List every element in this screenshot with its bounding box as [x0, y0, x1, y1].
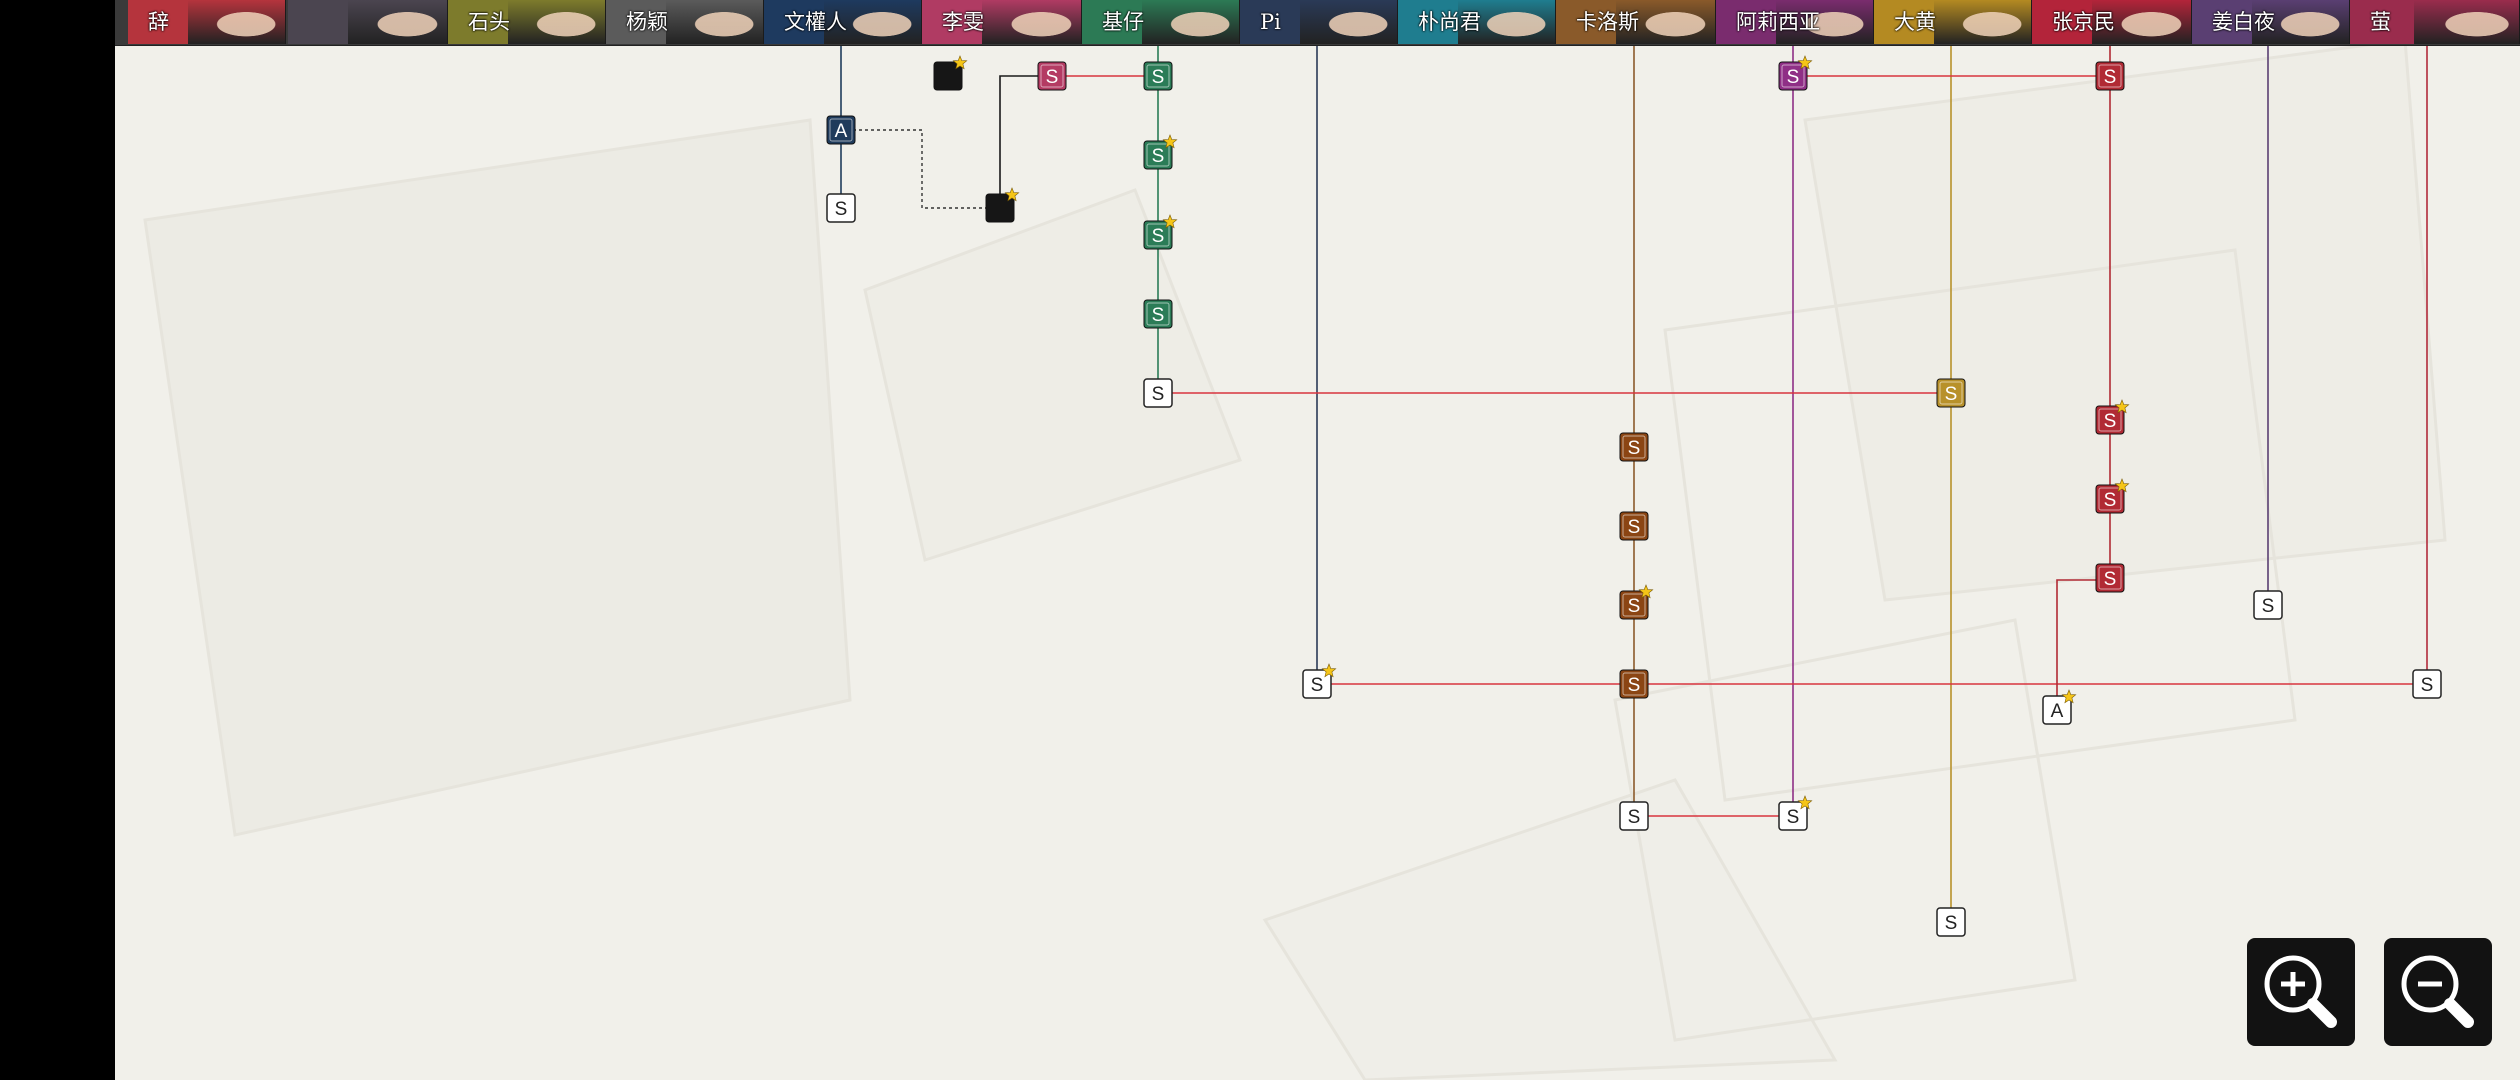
node-label: S — [1152, 305, 1165, 326]
app-window: 辞石头 杨颖 文權人 李雯 基仔 Pi 朴尚君 卡洛斯 阿莉西亚 大黄 张京民 姜白夜萤 ASSSSS… — [0, 0, 2520, 1080]
node-label: S — [835, 199, 848, 220]
node-label: S — [2104, 411, 2117, 432]
relationship-node[interactable]: S — [1619, 584, 1654, 620]
node-label: S — [1152, 146, 1165, 167]
zoom-out-icon — [2401, 955, 2474, 1028]
relationship-link — [841, 129, 1000, 209]
node-label: S — [1152, 67, 1165, 88]
node-label: S — [1628, 517, 1641, 538]
relationship-graph: A S S S S S S S S S S S S S S S S S S S S S A S S — [826, 46, 2442, 937]
node-label: S — [1046, 67, 1059, 88]
relationship-node[interactable]: S — [1302, 663, 1337, 699]
relationship-node[interactable] — [985, 187, 1020, 223]
relationship-node[interactable]: S — [1143, 299, 1173, 329]
relationship-node[interactable]: S — [1619, 432, 1649, 462]
relationship-node[interactable]: S — [1936, 378, 1966, 408]
relationship-node[interactable]: S — [2095, 563, 2125, 593]
node-label: S — [1945, 384, 1958, 405]
relationship-node[interactable] — [933, 55, 968, 91]
node-label: S — [1628, 596, 1641, 617]
relationship-node[interactable]: S — [2095, 478, 2130, 514]
relationship-link — [999, 75, 1052, 208]
node-label: S — [2421, 675, 2434, 696]
relationship-node[interactable]: S — [2095, 61, 2125, 91]
node-label: S — [2262, 596, 2275, 617]
relationship-node[interactable]: S — [1619, 669, 1649, 699]
relationship-node[interactable]: S — [826, 193, 856, 223]
relationship-node[interactable]: S — [1619, 801, 1649, 831]
relationship-node[interactable]: S — [1143, 214, 1178, 250]
relationship-node[interactable]: S — [1143, 61, 1173, 91]
node-label: S — [1311, 675, 1324, 696]
relationship-node[interactable]: S — [1037, 61, 1067, 91]
relationship-node[interactable]: S — [1143, 134, 1178, 170]
relationship-node[interactable]: S — [1778, 55, 1813, 91]
relationship-node[interactable]: S — [2253, 590, 2283, 620]
node-label: A — [2051, 701, 2064, 722]
node-label: S — [1628, 438, 1641, 459]
relationship-node[interactable]: S — [1936, 907, 1966, 937]
relationship-node[interactable]: S — [1778, 795, 1813, 831]
zoom-out-button[interactable] — [2384, 938, 2492, 1046]
relationship-link — [2056, 579, 2110, 710]
zoom-in-icon — [2264, 955, 2337, 1028]
relationship-node[interactable]: S — [2412, 669, 2442, 699]
node-label: A — [835, 121, 848, 142]
node-label: S — [2104, 490, 2117, 511]
node-label: S — [1787, 67, 1800, 88]
node-label: S — [1945, 913, 1958, 934]
zoom-in-button[interactable] — [2247, 938, 2355, 1046]
node-label: S — [1152, 384, 1165, 405]
relationship-node[interactable]: A — [826, 115, 856, 145]
relationship-node[interactable]: A — [2042, 689, 2077, 725]
node-label: S — [1628, 675, 1641, 696]
node-label: S — [1787, 807, 1800, 828]
relationship-node[interactable]: S — [1143, 378, 1173, 408]
node-label: S — [1628, 807, 1641, 828]
node-label: S — [2104, 569, 2117, 590]
node-label: S — [1152, 226, 1165, 247]
relationship-node[interactable]: S — [1619, 511, 1649, 541]
relationship-node[interactable]: S — [2095, 399, 2130, 435]
node-label: S — [2104, 67, 2117, 88]
